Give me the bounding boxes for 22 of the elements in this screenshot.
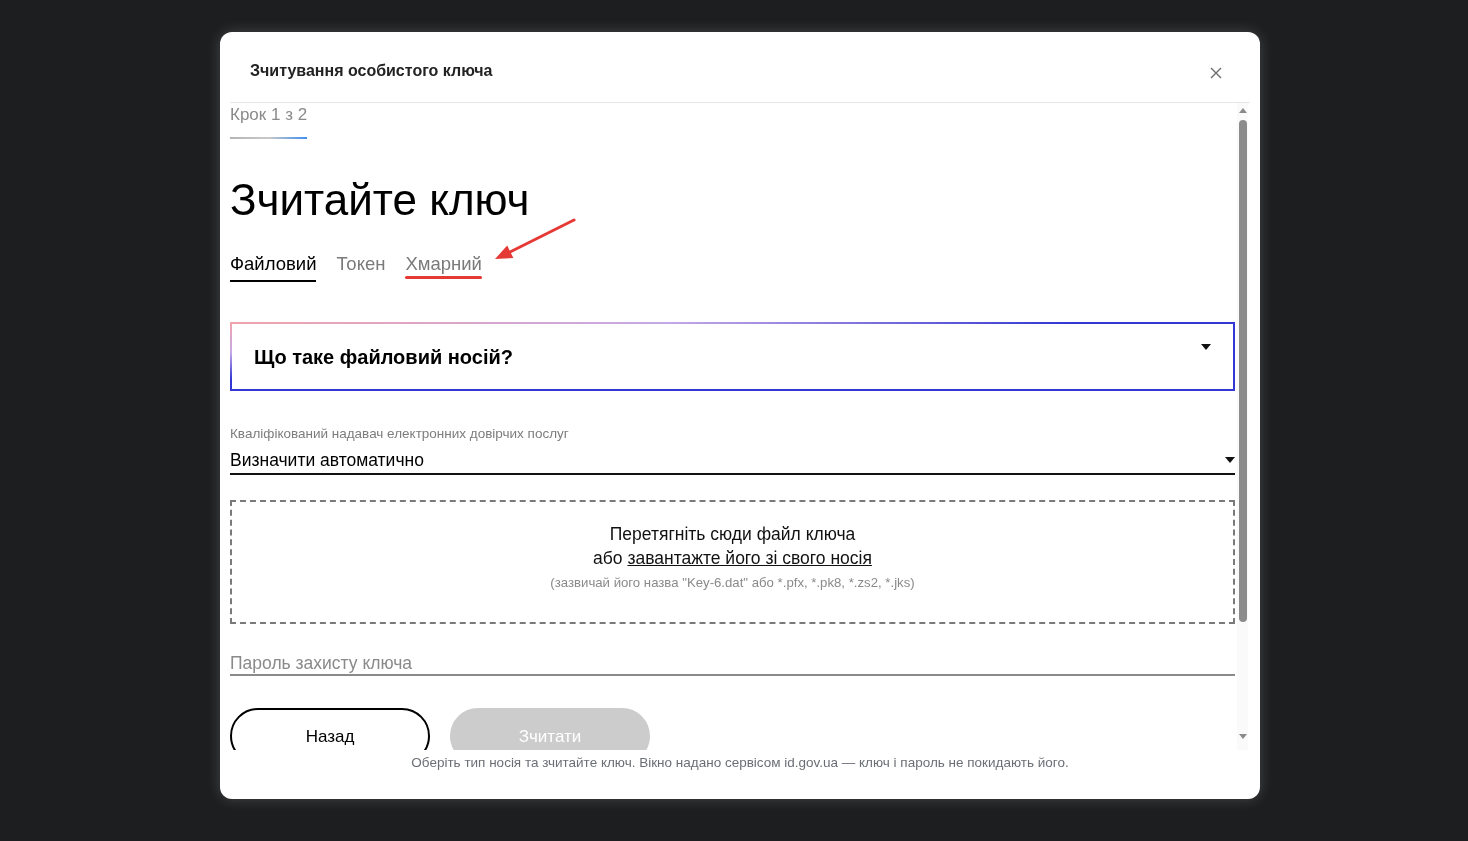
page-heading: Зчитайте ключ bbox=[230, 174, 530, 226]
tab[interactable]: Токен bbox=[336, 251, 386, 282]
tab[interactable]: Файловий bbox=[230, 251, 317, 282]
provider-select[interactable]: Визначити автоматично bbox=[230, 448, 1235, 475]
faq-accordion[interactable]: Що таке файловий носій? bbox=[230, 322, 1235, 391]
field-label: Кваліфікований надавач електронних довірчих послуг bbox=[230, 425, 569, 443]
back-button[interactable]: Назад bbox=[230, 708, 430, 750]
upload-link[interactable]: завантажте його зі свого носія bbox=[627, 548, 872, 568]
upload-sentence: або завантажте його зі свого носія bbox=[593, 547, 872, 570]
tab[interactable]: Хмарний bbox=[405, 251, 482, 282]
file-hint: (зазвичай його назва "Key-6.dat" або *.pfx, *.pk8, *.zs2, *.jks) bbox=[550, 574, 915, 592]
file-dropzone[interactable]: Перетягніть сюди файл ключа або завантажте його зі свого носія (зазвичай його назва "Key-6.dat" або *.pfx, *.pk8, *.zs2, *.jks) bbox=[230, 500, 1235, 624]
scrollbar-thumb[interactable] bbox=[1238, 120, 1247, 622]
drop-instruction: Перетягніть сюди файл ключа bbox=[609, 523, 856, 546]
scroll-up-icon[interactable] bbox=[1238, 108, 1247, 113]
password-field[interactable]: Пароль захисту ключа bbox=[230, 653, 1235, 676]
caret-icon bbox=[1225, 457, 1235, 463]
close-icon bbox=[1210, 66, 1222, 79]
step-label: Крок 1 з 2 bbox=[230, 104, 308, 126]
dialog-title: Зчитування особистого ключа bbox=[250, 61, 493, 81]
scroll-down-icon[interactable] bbox=[1238, 734, 1247, 739]
footer-note: Оберіть тип носія та зчитайте ключ. Вікно надано сервісом id.gov.ua — ключ і пароль не покидають його. bbox=[411, 754, 1069, 772]
